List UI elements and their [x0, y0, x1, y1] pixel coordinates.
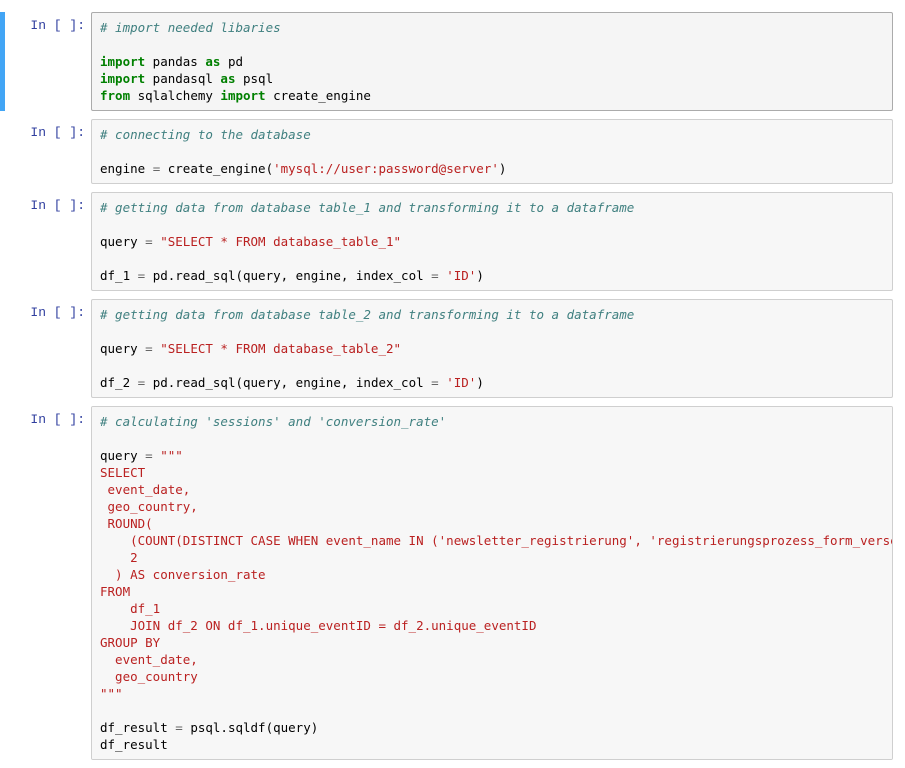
prompt-label: In [ ]:	[30, 305, 85, 320]
code-token: pd	[220, 54, 243, 69]
code-token: import	[220, 88, 265, 103]
code-token: =	[431, 268, 439, 283]
code-token: GROUP BY	[100, 635, 160, 650]
code-token: =	[145, 341, 153, 356]
code-token: 2	[100, 550, 138, 565]
code-input[interactable]: # connecting to the database engine = cr…	[91, 119, 893, 184]
code-token: df_result	[100, 737, 168, 752]
code-cell[interactable]: In [ ]: # getting data from database tab…	[0, 192, 905, 291]
code-token: geo_country	[100, 669, 198, 684]
code-cell[interactable]: In [ ]: # calculating 'sessions' and 'co…	[0, 406, 905, 760]
code-token: 'ID'	[446, 375, 476, 390]
prompt-label: In [ ]:	[30, 198, 85, 213]
code-token: pd.read_sql(query, engine, index_col	[145, 268, 431, 283]
code-token: df_1	[100, 601, 160, 616]
code-token: # connecting to the database	[100, 127, 311, 142]
input-prompt: In [ ]:	[5, 406, 91, 760]
code-token: as	[220, 71, 235, 86]
code-token: psql	[235, 71, 273, 86]
code-token: geo_country,	[100, 499, 198, 514]
code-token: import	[100, 71, 145, 86]
code-cell[interactable]: In [ ]: # getting data from database tab…	[0, 299, 905, 398]
code-token: df_1	[100, 268, 138, 283]
prompt-label: In [ ]:	[30, 125, 85, 140]
code-token: )	[499, 161, 507, 176]
code-token: pandasql	[145, 71, 220, 86]
code-token: =	[145, 234, 153, 249]
input-prompt: In [ ]:	[5, 299, 91, 398]
code-token: =	[145, 448, 153, 463]
code-input[interactable]: # calculating 'sessions' and 'conversion…	[91, 406, 893, 760]
input-prompt: In [ ]:	[5, 192, 91, 291]
code-token: # calculating 'sessions' and 'conversion…	[100, 414, 446, 429]
code-token: )	[476, 268, 484, 283]
code-token: ROUND(	[100, 516, 153, 531]
code-token: JOIN df_2 ON df_1.unique_eventID = df_2.…	[100, 618, 537, 633]
code-token: df_result	[100, 720, 175, 735]
code-input[interactable]: # getting data from database table_2 and…	[91, 299, 893, 398]
code-token: =	[431, 375, 439, 390]
code-text[interactable]: # connecting to the database engine = cr…	[100, 126, 884, 177]
code-token: sqlalchemy	[130, 88, 220, 103]
code-token: import	[100, 54, 145, 69]
input-prompt: In [ ]:	[5, 119, 91, 184]
code-token: =	[175, 720, 183, 735]
code-token: "SELECT * FROM database_table_2"	[160, 341, 401, 356]
code-token: # import needed libaries	[100, 20, 281, 35]
code-token: create_engine	[266, 88, 371, 103]
code-token: psql.sqldf(query)	[183, 720, 318, 735]
code-token: # getting data from database table_2 and…	[100, 307, 634, 322]
code-text[interactable]: # getting data from database table_2 and…	[100, 306, 884, 391]
code-token: "SELECT * FROM database_table_1"	[160, 234, 401, 249]
code-token: # getting data from database table_1 and…	[100, 200, 634, 215]
code-token: event_date,	[100, 482, 190, 497]
code-token: query	[100, 341, 145, 356]
code-token: SELECT	[100, 465, 145, 480]
code-token: """	[160, 448, 183, 463]
code-text[interactable]: # calculating 'sessions' and 'conversion…	[100, 413, 893, 753]
code-token: (COUNT(DISTINCT CASE WHEN event_name IN …	[100, 533, 893, 548]
code-token: df_2	[100, 375, 138, 390]
code-text[interactable]: # import needed libaries import pandas a…	[100, 19, 884, 104]
code-token: pd.read_sql(query, engine, index_col	[145, 375, 431, 390]
code-token: query	[100, 234, 145, 249]
code-token: from	[100, 88, 130, 103]
code-token: """	[100, 686, 123, 701]
code-token: 'mysql://user:password@server'	[273, 161, 499, 176]
code-input[interactable]: # getting data from database table_1 and…	[91, 192, 893, 291]
code-input[interactable]: # import needed libaries import pandas a…	[91, 12, 893, 111]
input-prompt: In [ ]:	[5, 12, 91, 111]
code-cell[interactable]: In [ ]: # import needed libaries import …	[0, 12, 905, 111]
code-token: create_engine(	[160, 161, 273, 176]
code-token: pandas	[145, 54, 205, 69]
code-token: query	[100, 448, 145, 463]
code-token: event_date,	[100, 652, 198, 667]
code-token: as	[205, 54, 220, 69]
code-token: engine	[100, 161, 153, 176]
prompt-label: In [ ]:	[30, 412, 85, 427]
prompt-label: In [ ]:	[30, 18, 85, 33]
code-token: 'ID'	[446, 268, 476, 283]
code-text[interactable]: # getting data from database table_1 and…	[100, 199, 884, 284]
code-token: ) AS conversion_rate	[100, 567, 266, 582]
code-cell[interactable]: In [ ]: # connecting to the database eng…	[0, 119, 905, 184]
code-token: FROM	[100, 584, 130, 599]
code-token: )	[476, 375, 484, 390]
